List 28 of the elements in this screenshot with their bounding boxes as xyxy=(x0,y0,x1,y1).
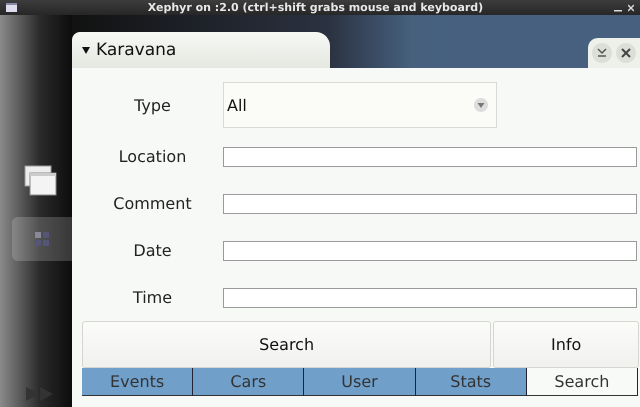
close-icon[interactable] xyxy=(628,4,634,12)
field-label: Date xyxy=(132,241,173,260)
close-icon xyxy=(621,48,631,58)
tab[interactable]: Cars xyxy=(193,368,304,396)
field-label: Comment xyxy=(112,194,193,214)
window-icon xyxy=(6,3,17,12)
tab[interactable]: User xyxy=(304,368,416,396)
field-label: Location xyxy=(118,147,188,166)
text-field[interactable] xyxy=(223,240,637,261)
search-button[interactable]: Search xyxy=(82,321,492,368)
info-button[interactable]: Info xyxy=(493,321,639,368)
text-field[interactable] xyxy=(223,146,637,167)
tab[interactable]: Events xyxy=(82,368,194,396)
minimize-icon xyxy=(597,48,607,58)
grid-icon xyxy=(35,232,49,246)
caret-icon[interactable] xyxy=(82,46,90,54)
tab[interactable]: Stats xyxy=(416,368,527,396)
minimize-button[interactable] xyxy=(592,43,612,64)
tab[interactable]: Search xyxy=(526,368,638,396)
text-field[interactable] xyxy=(223,194,637,214)
app-title: Karavana xyxy=(96,40,176,60)
text-field[interactable] xyxy=(223,288,637,308)
close-button[interactable] xyxy=(616,43,636,64)
field-label: Type xyxy=(133,96,172,115)
dock-item-selected[interactable] xyxy=(12,217,72,261)
window-title: Xephyr on :2.0 (ctrl+shift grabs mouse and keyboard) xyxy=(146,1,484,14)
field-label: Time xyxy=(132,288,174,308)
type-dropdown[interactable]: All xyxy=(223,82,497,128)
